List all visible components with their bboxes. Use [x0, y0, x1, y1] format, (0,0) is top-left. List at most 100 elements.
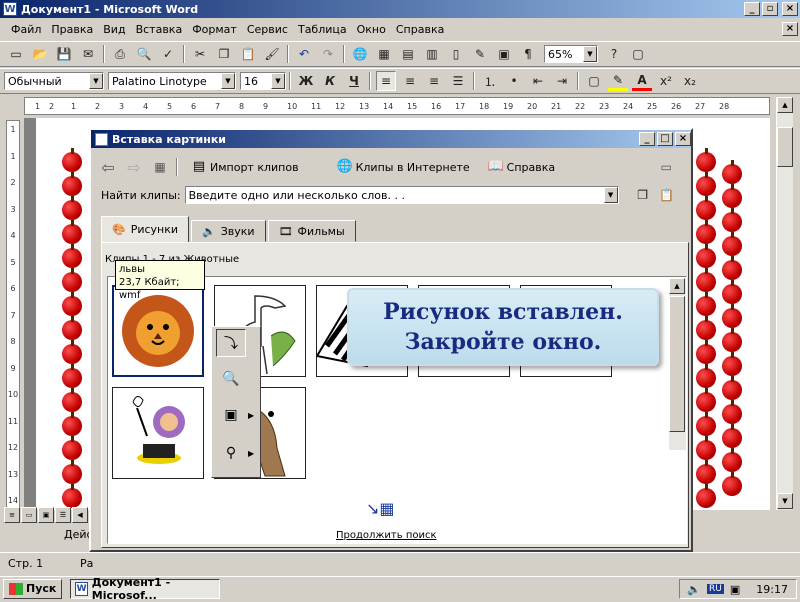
add-to-favorites-icon[interactable]: ▣ — [216, 401, 246, 429]
columns-icon[interactable]: ▯ — [446, 44, 466, 64]
dialog-maximize-button[interactable]: □ — [657, 132, 673, 146]
taskbar-word-document[interactable]: W Документ1 - Microsof... — [70, 576, 221, 602]
align-center-icon[interactable]: ≡ — [400, 71, 420, 91]
scroll-left-icon[interactable]: ◀ — [72, 507, 88, 523]
web-view-icon[interactable]: ▭ — [21, 507, 37, 523]
all-categories-icon[interactable]: ▦ — [147, 160, 173, 174]
scroll-thumb[interactable] — [669, 296, 685, 432]
menu-help[interactable]: Справка — [391, 23, 449, 36]
drawing-icon[interactable]: ✎ — [470, 44, 490, 64]
increase-indent-icon[interactable]: ⇥ — [552, 71, 572, 91]
preview-clip-icon[interactable]: 🔍 — [216, 365, 246, 393]
copy-icon[interactable]: ❐ — [214, 44, 234, 64]
paste-clip-icon[interactable]: 📋 — [657, 185, 677, 205]
bullets-icon[interactable]: • — [504, 71, 524, 91]
borders-icon[interactable]: ▢ — [584, 71, 604, 91]
spelling-icon[interactable]: ✓ — [158, 44, 178, 64]
more-results-icon[interactable]: ↘▦ — [366, 499, 395, 518]
copy-clip-icon[interactable]: ❐ — [633, 185, 653, 205]
open-folder-icon[interactable]: 📂 — [30, 44, 50, 64]
import-clips-button[interactable]: ▤ Импорт клипов — [191, 159, 299, 175]
menu-tools[interactable]: Сервис — [242, 23, 293, 36]
clip-magician[interactable] — [112, 387, 204, 479]
chevron-down-icon[interactable]: ▼ — [89, 73, 103, 89]
menu-file[interactable]: Файл — [6, 23, 46, 36]
highlight-icon[interactable]: ✎ — [608, 71, 628, 91]
language-indicator[interactable]: RU — [707, 584, 724, 594]
chevron-down-icon[interactable]: ▼ — [603, 187, 618, 203]
underline-button[interactable]: Ч — [344, 71, 364, 91]
menu-window[interactable]: Окно — [352, 23, 391, 36]
subscript-icon[interactable]: x₂ — [680, 71, 700, 91]
style-select[interactable]: Обычный ▼ — [4, 72, 104, 90]
show-hide-icon[interactable]: ¶ — [518, 44, 538, 64]
undo-icon[interactable]: ↶ — [294, 44, 314, 64]
find-similar-icon[interactable]: ⚲ — [216, 439, 246, 467]
normal-view-icon[interactable]: ≡ — [4, 507, 20, 523]
change-view-icon[interactable]: ▭ — [653, 160, 679, 174]
justify-icon[interactable]: ☰ — [448, 71, 468, 91]
clips-online-button[interactable]: 🌐 Клипы в Интернете — [337, 159, 470, 175]
dialog-minimize-button[interactable]: _ — [639, 132, 655, 146]
doc-close-button[interactable]: × — [782, 22, 798, 36]
horizontal-ruler[interactable]: 1 2 1 2 3 4 5 6 7 8 9 10 11 12 13 14 15 … — [24, 97, 770, 115]
save-icon[interactable]: 💾 — [54, 44, 74, 64]
hyperlink-icon[interactable]: 🌐 — [350, 44, 370, 64]
gallery-scrollbar[interactable]: ▲ — [669, 278, 686, 450]
close-button[interactable]: × — [782, 2, 798, 16]
continue-search-link[interactable]: Продолжить поиск — [336, 530, 437, 541]
insert-table-icon[interactable]: ▤ — [398, 44, 418, 64]
network-icon[interactable]: ▣ — [730, 583, 740, 596]
insert-excel-icon[interactable]: ▥ — [422, 44, 442, 64]
start-button[interactable]: Пуск — [3, 578, 63, 599]
font-color-icon[interactable]: A — [632, 71, 652, 91]
print-icon[interactable]: ⎙ — [110, 44, 130, 64]
tab-movies[interactable]: 🎞 Фильмы — [267, 220, 356, 242]
read-icon[interactable]: ▢ — [628, 44, 648, 64]
bold-button[interactable]: Ж — [296, 71, 316, 91]
align-left-icon[interactable]: ≡ — [376, 71, 396, 91]
restore-button[interactable]: ▫ — [762, 2, 778, 16]
numbering-icon[interactable]: ⒈ — [480, 71, 500, 91]
scroll-up-icon[interactable]: ▲ — [777, 97, 793, 113]
tab-pictures[interactable]: 🎨 Рисунки — [101, 216, 190, 242]
minimize-button[interactable]: _ — [744, 2, 760, 16]
menu-edit[interactable]: Правка — [46, 23, 98, 36]
font-select[interactable]: Palatino Linotype ▼ — [108, 72, 236, 90]
tables-borders-icon[interactable]: ▦ — [374, 44, 394, 64]
dialog-close-button[interactable]: × — [675, 132, 691, 146]
scroll-down-icon[interactable]: ▼ — [777, 493, 793, 509]
document-map-icon[interactable]: ▣ — [494, 44, 514, 64]
chevron-down-icon[interactable]: ▼ — [221, 73, 235, 89]
scroll-up-icon[interactable]: ▲ — [669, 278, 685, 294]
search-input[interactable]: Введите одно или несколько слов. . . ▼ — [184, 186, 619, 204]
scroll-thumb[interactable] — [777, 127, 793, 167]
tab-sounds[interactable]: 🔈 Звуки — [191, 220, 266, 242]
chevron-right-icon[interactable]: ▶ — [248, 411, 254, 420]
new-document-icon[interactable]: ▭ — [6, 44, 26, 64]
print-layout-icon[interactable]: ▣ — [38, 507, 54, 523]
superscript-icon[interactable]: x² — [656, 71, 676, 91]
font-size-select[interactable]: 16 ▼ — [240, 72, 286, 90]
italic-button[interactable]: К — [320, 71, 340, 91]
document-vertical-scrollbar[interactable]: ▲ ▼ — [776, 97, 793, 510]
help-icon[interactable]: ? — [604, 44, 624, 64]
decrease-indent-icon[interactable]: ⇤ — [528, 71, 548, 91]
menu-view[interactable]: Вид — [98, 23, 130, 36]
menu-format[interactable]: Формат — [187, 23, 242, 36]
format-painter-icon[interactable]: 🖌 — [262, 44, 282, 64]
email-icon[interactable]: ✉ — [78, 44, 98, 64]
help-button[interactable]: 📖 Справка — [488, 159, 555, 175]
back-arrow-icon[interactable]: ⇦ — [95, 158, 121, 177]
align-right-icon[interactable]: ≡ — [424, 71, 444, 91]
menu-insert[interactable]: Вставка — [131, 23, 188, 36]
outline-view-icon[interactable]: ☰ — [55, 507, 71, 523]
insert-clip-icon[interactable]: ⤵ — [216, 329, 246, 357]
vertical-ruler[interactable]: 1 1 2 3 4 5 6 7 8 9 10 11 12 13 14 — [6, 120, 20, 510]
redo-icon[interactable]: ↷ — [318, 44, 338, 64]
forward-arrow-icon[interactable]: ⇨ — [121, 158, 147, 177]
chevron-down-icon[interactable]: ▼ — [271, 73, 285, 89]
chevron-down-icon[interactable]: ▼ — [583, 46, 597, 62]
cut-icon[interactable]: ✂ — [190, 44, 210, 64]
chevron-right-icon[interactable]: ▶ — [248, 449, 254, 458]
